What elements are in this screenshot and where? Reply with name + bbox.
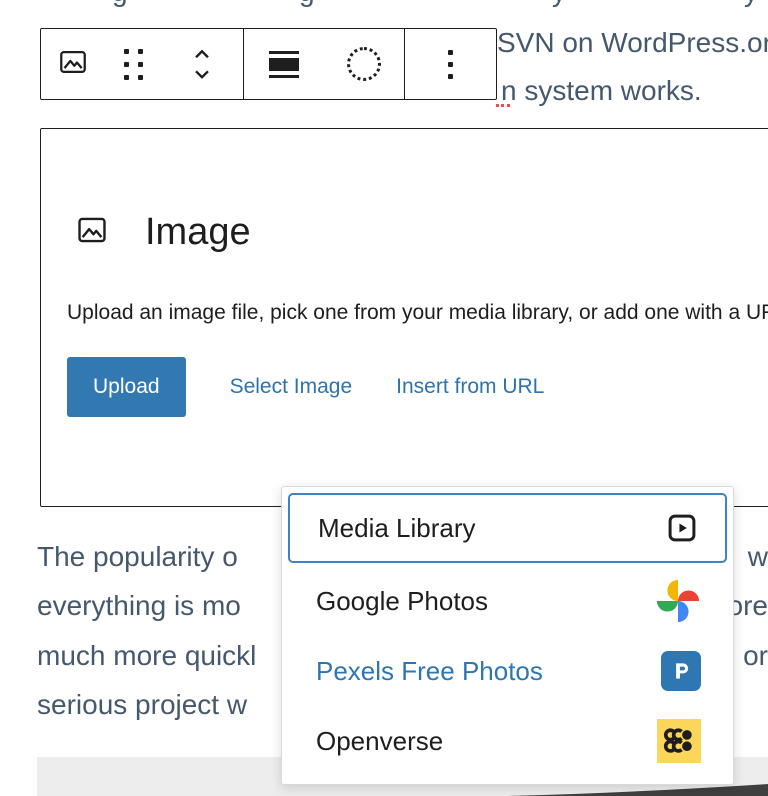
paragraph-fragment-left: everything is mo bbox=[37, 590, 241, 622]
media-library-icon bbox=[665, 511, 699, 545]
image-block-title: Image bbox=[145, 211, 251, 253]
paragraph-fragment-left: serious project w bbox=[37, 689, 248, 721]
media-source-menu: Media Library Google Photos Pexels Free … bbox=[281, 486, 734, 785]
paragraph-text-behind-toolbar-line1[interactable]: SVN on WordPress.org bbox=[497, 27, 768, 59]
openverse-icon bbox=[657, 719, 701, 763]
image-block-header: Image bbox=[75, 211, 251, 254]
text-fragment: y bbox=[552, 0, 566, 8]
image-block-actions: Upload Select Image Insert from URL bbox=[67, 357, 544, 417]
image-block-type-button[interactable] bbox=[41, 29, 105, 99]
duotone-filter-icon bbox=[347, 47, 381, 81]
toolbar-group-more bbox=[405, 29, 496, 99]
toolbar-group-format bbox=[244, 29, 405, 99]
image-block-placeholder[interactable]: Image Upload an image file, pick one fro… bbox=[40, 128, 768, 507]
chevron-down-icon[interactable] bbox=[189, 64, 215, 84]
menu-item-label: Media Library bbox=[318, 512, 476, 543]
drag-handle-icon bbox=[123, 48, 143, 80]
menu-item-pexels[interactable]: Pexels Free Photos bbox=[288, 636, 727, 706]
menu-item-openverse[interactable]: Openverse bbox=[288, 706, 727, 776]
upload-button[interactable]: Upload bbox=[67, 357, 186, 417]
text-fragment: y bbox=[744, 0, 758, 8]
dark-image-shape bbox=[507, 784, 768, 796]
pexels-icon bbox=[661, 651, 701, 691]
menu-item-label: Openverse bbox=[316, 725, 444, 756]
drag-handle[interactable] bbox=[105, 29, 161, 99]
spellcheck-underline bbox=[496, 99, 510, 107]
options-button[interactable] bbox=[448, 29, 453, 99]
text-fragment: g bbox=[299, 0, 315, 8]
block-mover[interactable] bbox=[161, 29, 243, 99]
toolbar-group-block bbox=[41, 29, 244, 99]
google-photos-icon bbox=[655, 578, 701, 624]
select-image-button[interactable]: Select Image bbox=[230, 375, 353, 399]
paragraph-fragment-left: The popularity o bbox=[37, 541, 238, 572]
paragraph-fragment-left: much more quickl bbox=[37, 639, 257, 671]
menu-item-label: Google Photos bbox=[316, 585, 489, 616]
block-toolbar bbox=[40, 28, 497, 100]
insert-from-url-button[interactable]: Insert from URL bbox=[396, 375, 544, 399]
ellipsis-vertical-icon bbox=[448, 49, 453, 79]
paragraph-fragment-right: or bbox=[743, 639, 768, 671]
image-block-icon bbox=[75, 213, 109, 252]
menu-item-label: Pexels Free Photos bbox=[316, 655, 543, 686]
paragraph-text-behind-toolbar-line2[interactable]: n system works. bbox=[501, 75, 702, 107]
paragraph-fragment-right: w bbox=[747, 541, 768, 572]
align-button[interactable] bbox=[244, 29, 324, 99]
menu-item-media-library[interactable]: Media Library bbox=[288, 493, 727, 563]
align-icon bbox=[269, 50, 299, 78]
image-block-icon bbox=[57, 46, 89, 83]
clipped-top-text-line: g g y y bbox=[0, 0, 768, 9]
duotone-filter-button[interactable] bbox=[324, 29, 404, 99]
text-fragment: g bbox=[112, 0, 128, 8]
image-block-instruction: Upload an image file, pick one from your… bbox=[67, 301, 768, 324]
menu-item-google-photos[interactable]: Google Photos bbox=[288, 566, 727, 636]
